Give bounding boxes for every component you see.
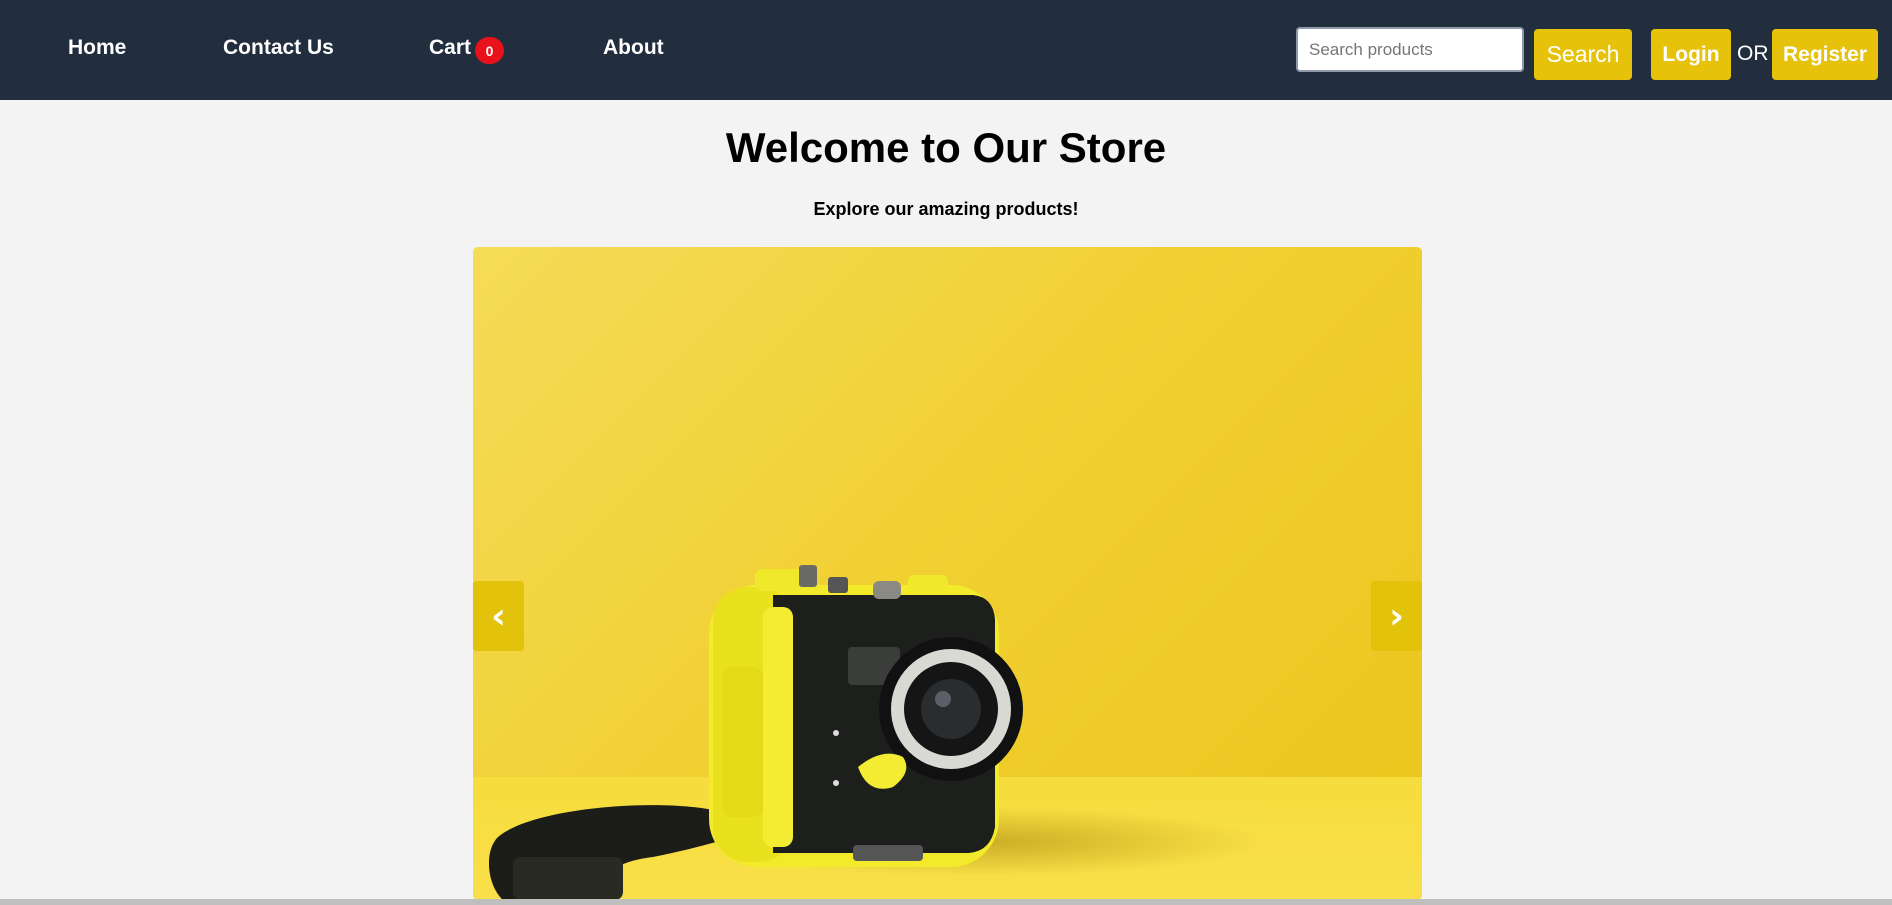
search-input[interactable] (1296, 27, 1524, 72)
slider-prev-button[interactable]: ‹ (473, 581, 524, 651)
nav-cart-link[interactable]: Cart (429, 36, 471, 60)
or-separator: OR (1737, 42, 1769, 65)
search-button[interactable]: Search (1534, 29, 1632, 80)
page-subtitle: Explore our amazing products! (813, 199, 1079, 219)
page-title: Welcome to Our Store (725, 124, 1167, 171)
chevron-right-icon: › (1389, 595, 1404, 637)
register-button[interactable]: Register (1772, 29, 1878, 80)
login-button[interactable]: Login (1651, 29, 1731, 80)
nav-contact-link[interactable]: Contact Us (223, 36, 334, 60)
cart-count-badge: 0 (475, 37, 504, 64)
chevron-left-icon: ‹ (491, 595, 506, 637)
product-slider: ‹ › (473, 247, 1422, 900)
nav-home-link[interactable]: Home (68, 36, 126, 60)
page-bottom-border (0, 899, 1892, 905)
slider-next-button[interactable]: › (1371, 581, 1422, 651)
navbar: Home Contact Us Cart 0 About Search Logi… (0, 0, 1892, 100)
camera-image (488, 565, 1023, 900)
nav-about-link[interactable]: About (603, 36, 664, 60)
